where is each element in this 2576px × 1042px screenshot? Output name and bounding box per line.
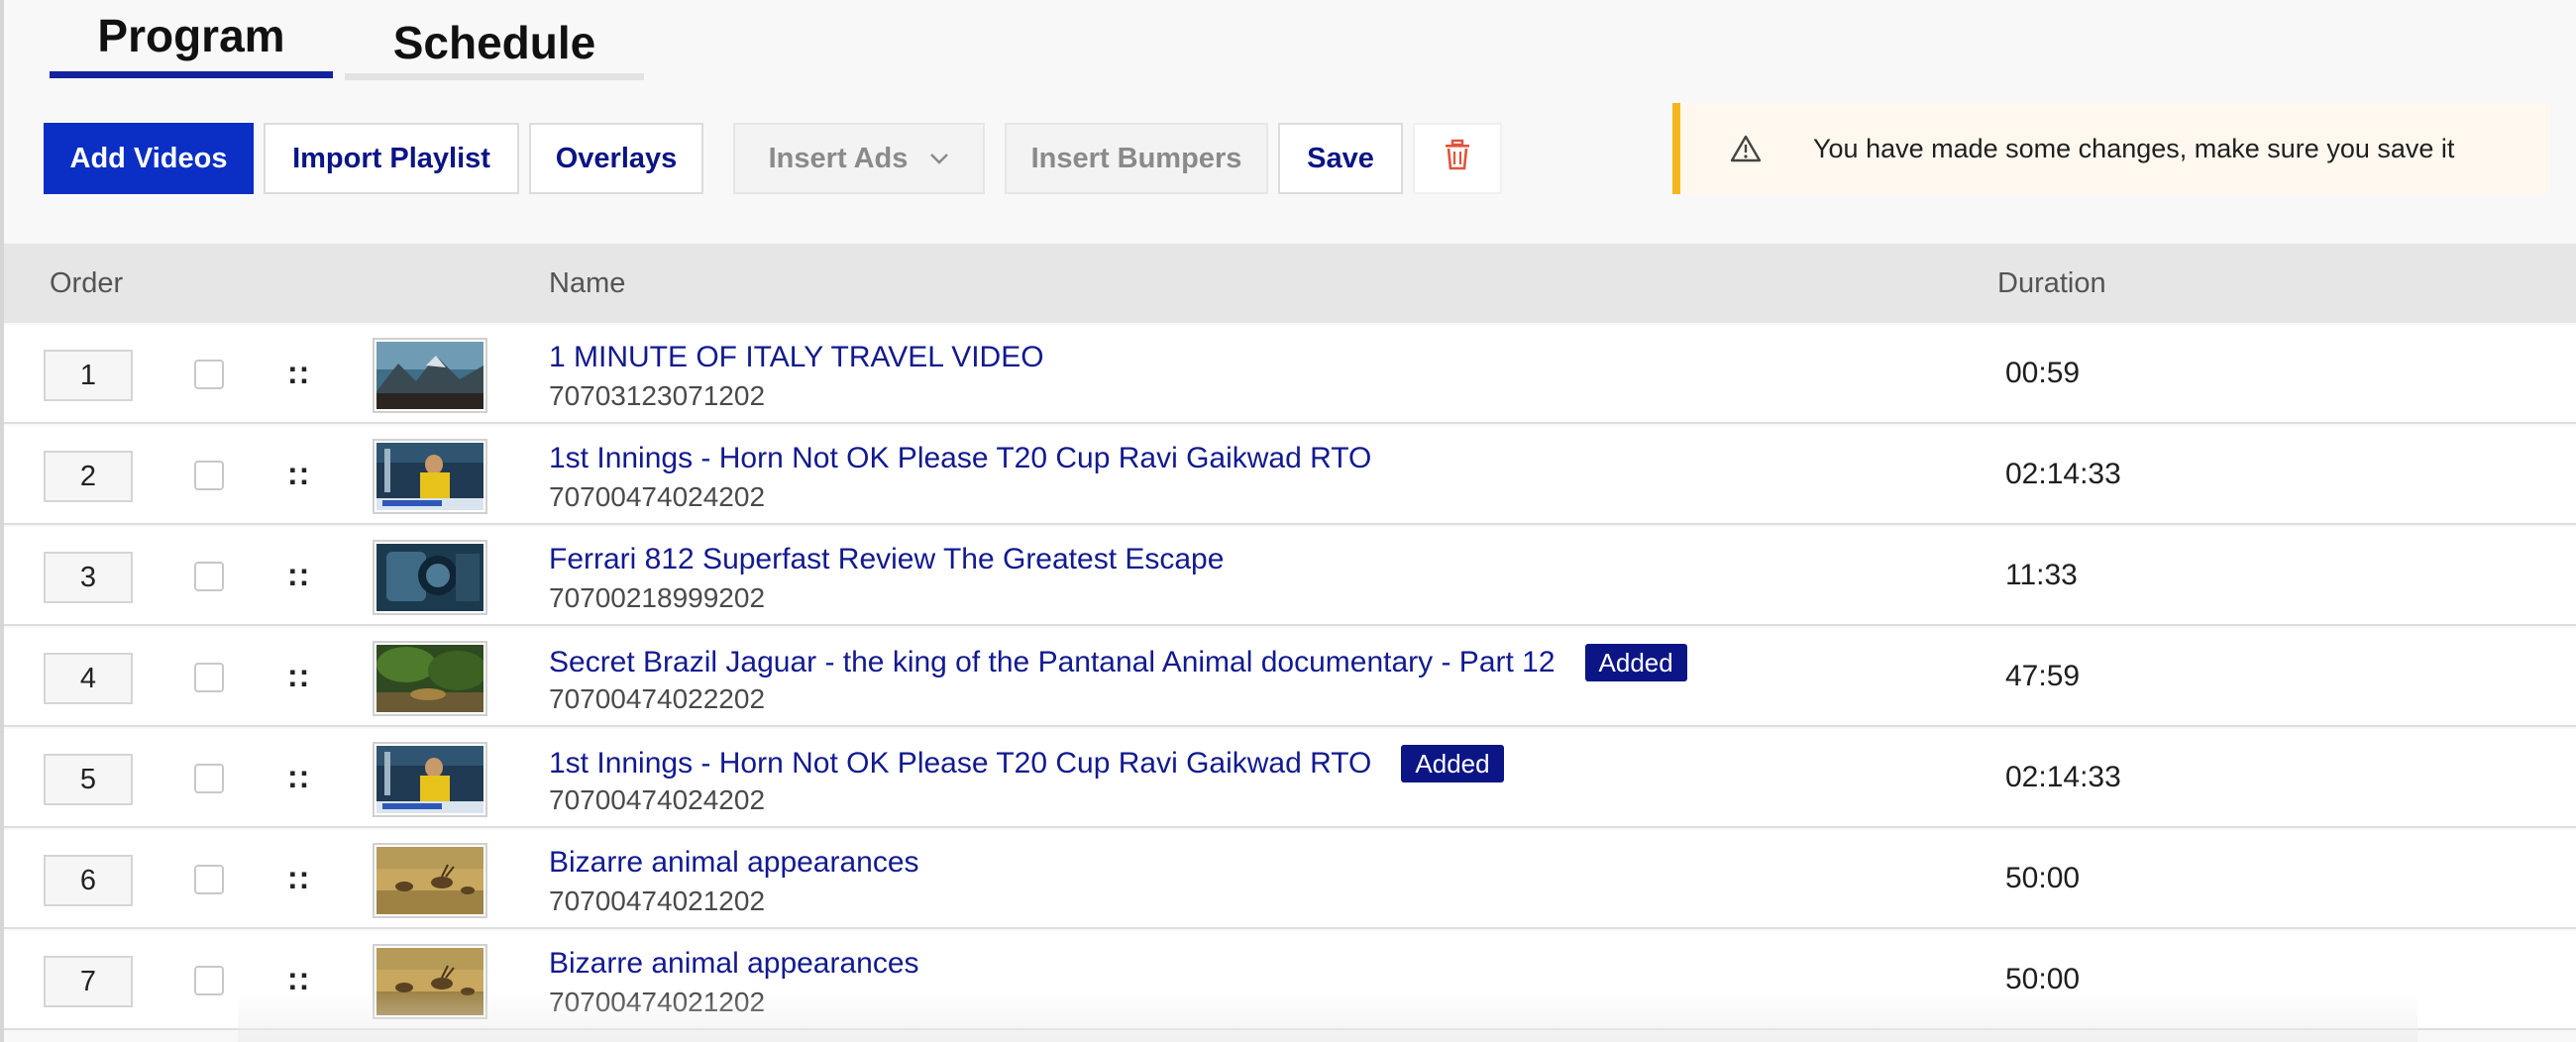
video-title-link[interactable]: Bizarre animal appearances (549, 947, 919, 981)
order-input[interactable]: 7 (44, 956, 133, 1007)
video-id: 70700474024202 (549, 481, 766, 512)
overlays-button[interactable]: Overlays (529, 123, 703, 194)
order-input[interactable]: 4 (44, 653, 133, 704)
row-checkbox[interactable] (194, 663, 224, 692)
drag-handle-icon[interactable]: :: (287, 355, 310, 391)
drag-handle-icon[interactable]: :: (287, 658, 310, 694)
drag-handle-icon[interactable]: :: (287, 961, 310, 997)
order-input[interactable]: 3 (44, 552, 133, 603)
table-row: 6 :: Bizarre animal appearances 70700474… (4, 830, 2576, 929)
video-id: 70700474022202 (549, 683, 766, 714)
table-row: 2 :: 1st Innings - Horn Not OK Please T2… (4, 426, 2576, 525)
row-checkbox[interactable] (194, 360, 224, 389)
drag-handle-icon[interactable]: :: (287, 456, 310, 492)
delete-button[interactable] (1413, 123, 1502, 194)
video-thumbnail (373, 944, 487, 1019)
video-name-line: Ferrari 812 Superfast Review The Greates… (549, 543, 1224, 576)
duration-column-header: Duration (1997, 267, 2106, 299)
video-thumbnail (373, 338, 487, 413)
order-input[interactable]: 1 (44, 350, 133, 401)
video-name-line: 1 MINUTE OF ITALY TRAVEL VIDEO (549, 341, 1044, 374)
video-title-link[interactable]: Bizarre animal appearances (549, 846, 919, 880)
video-name-line: Bizarre animal appearances (549, 947, 919, 981)
tab-program[interactable]: Program (50, 4, 333, 78)
insert-ads-dropdown[interactable]: Insert Ads (733, 123, 985, 194)
add-videos-button[interactable]: Add Videos (44, 123, 254, 194)
table-row: 7 :: Bizarre animal appearances 70700474… (4, 931, 2576, 1030)
trash-icon (1443, 139, 1472, 178)
insert-ads-label: Insert Ads (768, 142, 909, 174)
table-row: 4 :: Secret Brazil Jaguar - the king of … (4, 628, 2576, 727)
row-checkbox[interactable] (194, 865, 224, 894)
video-thumbnail (373, 540, 487, 615)
added-badge: Added (1584, 644, 1687, 681)
save-button[interactable]: Save (1278, 123, 1403, 194)
row-checkbox[interactable] (194, 562, 224, 591)
drag-handle-icon[interactable]: :: (287, 759, 310, 795)
video-id: 70700474021202 (549, 886, 766, 916)
notice-text: You have made some changes, make sure yo… (1813, 133, 2455, 163)
video-name-line: Secret Brazil Jaguar - the king of the P… (549, 644, 1687, 681)
table-row: 5 :: 1st Innings - Horn Not OK Please T2… (4, 729, 2576, 828)
table-row: 1 :: 1 MINUTE OF ITALY TRAVEL VIDEO 7070… (4, 325, 2576, 424)
import-playlist-button[interactable]: Import Playlist (264, 123, 519, 194)
video-id: 70703123071202 (549, 380, 766, 411)
video-thumbnail (373, 439, 487, 514)
video-name-line: Bizarre animal appearances (549, 846, 919, 880)
order-input[interactable]: 6 (44, 855, 133, 906)
drag-handle-icon[interactable]: :: (287, 860, 310, 896)
video-duration: 50:00 (2005, 963, 2081, 995)
video-name-line: 1st Innings - Horn Not OK Please T20 Cup… (549, 442, 1371, 475)
warning-triangle-icon (1730, 135, 1762, 162)
added-badge: Added (1401, 745, 1504, 782)
name-column-header: Name (549, 267, 626, 299)
video-title-link[interactable]: 1st Innings - Horn Not OK Please T20 Cup… (549, 442, 1371, 475)
video-title-link[interactable]: 1 MINUTE OF ITALY TRAVEL VIDEO (549, 341, 1044, 374)
video-title-link[interactable]: Ferrari 812 Superfast Review The Greates… (549, 543, 1224, 576)
video-duration: 00:59 (2005, 357, 2081, 389)
video-id: 70700474021202 (549, 987, 766, 1017)
video-title-link[interactable]: 1st Innings - Horn Not OK Please T20 Cup… (549, 747, 1371, 781)
order-column-header: Order (50, 267, 124, 299)
unsaved-changes-notice: You have made some changes, make sure yo… (1672, 103, 2550, 194)
video-duration: 47:59 (2005, 660, 2081, 692)
video-duration: 11:33 (2005, 559, 2078, 591)
order-input[interactable]: 5 (44, 754, 133, 805)
video-duration: 02:14:33 (2005, 761, 2121, 793)
video-duration: 02:14:33 (2005, 458, 2121, 490)
table-header: Order Name Duration (4, 244, 2576, 323)
insert-bumpers-button[interactable]: Insert Bumpers (1005, 123, 1268, 194)
video-thumbnail (373, 843, 487, 918)
row-checkbox[interactable] (194, 461, 224, 490)
order-input[interactable]: 2 (44, 451, 133, 502)
video-thumbnail (373, 742, 487, 817)
chevron-down-icon (929, 153, 949, 164)
video-name-line: 1st Innings - Horn Not OK Please T20 Cup… (549, 745, 1504, 782)
video-id: 70700218999202 (549, 582, 766, 613)
table-row: 3 :: Ferrari 812 Superfast Review The Gr… (4, 527, 2576, 626)
row-checkbox[interactable] (194, 764, 224, 793)
row-checkbox[interactable] (194, 966, 224, 995)
tab-schedule[interactable]: Schedule (345, 12, 644, 80)
video-duration: 50:00 (2005, 862, 2081, 894)
drag-handle-icon[interactable]: :: (287, 557, 310, 593)
video-title-link[interactable]: Secret Brazil Jaguar - the king of the P… (549, 646, 1556, 679)
video-id: 70700474024202 (549, 784, 766, 815)
video-thumbnail (373, 641, 487, 716)
